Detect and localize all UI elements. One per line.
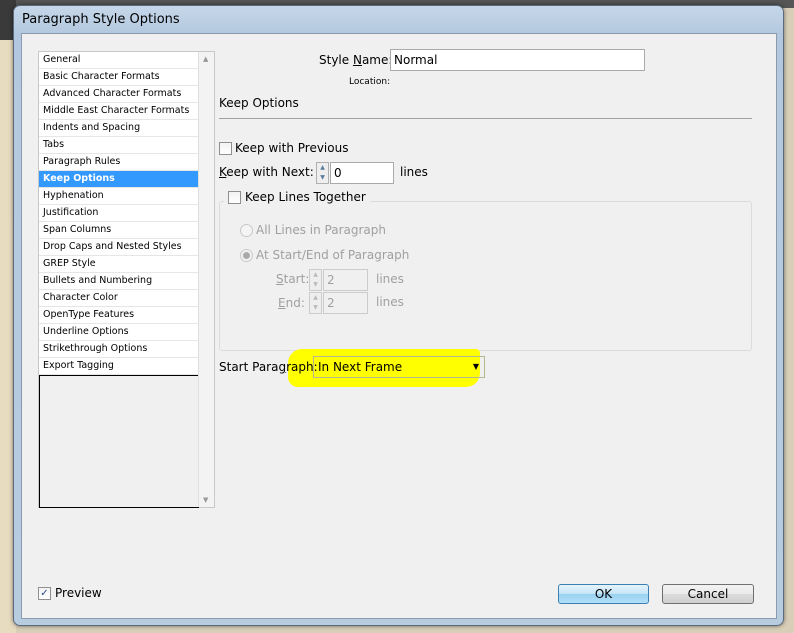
list-scrollbar[interactable]: ▲ ▼ (198, 52, 214, 507)
sidebar-item-bullets-and-numbering[interactable]: Bullets and Numbering (39, 273, 199, 290)
style-name-label: Style Name: (319, 53, 393, 67)
start-input[interactable]: 2 (323, 269, 368, 291)
sidebar-item-basic-character-formats[interactable]: Basic Character Formats (39, 69, 199, 86)
sidebar-item-drop-caps-and-nested-styles[interactable]: Drop Caps and Nested Styles (39, 239, 199, 256)
sidebar-item-indents-and-spacing[interactable]: Indents and Spacing (39, 120, 199, 137)
chevron-down-icon: ▼ (472, 362, 479, 371)
keep-lines-together-label: Keep Lines Together (245, 190, 366, 204)
list-empty-area (39, 375, 199, 508)
preview-label: Preview (55, 586, 102, 600)
sidebar-item-span-columns[interactable]: Span Columns (39, 222, 199, 239)
keep-with-previous-label: Keep with Previous (235, 141, 349, 155)
start-paragraph-label: Start Paragraph: (219, 360, 318, 374)
location-label: Location: (349, 77, 391, 87)
all-lines-label: All Lines in Paragraph (256, 223, 386, 237)
keep-with-next-input[interactable]: 0 (330, 162, 394, 184)
start-stepper[interactable]: ▲ ▼ (309, 269, 322, 291)
sidebar-item-general[interactable]: General (39, 52, 199, 69)
at-start-end-label: At Start/End of Paragraph (256, 248, 410, 262)
sidebar-item-middle-east-character-formats[interactable]: Middle East Character Formats (39, 103, 199, 120)
scroll-down-icon[interactable]: ▼ (203, 496, 208, 504)
start-paragraph-dropdown[interactable]: In Next Frame ▼ (313, 356, 485, 378)
section-title: Keep Options (219, 96, 299, 110)
sidebar-item-export-tagging[interactable]: Export Tagging (39, 358, 199, 375)
preview-checkbox[interactable]: ✓ (38, 587, 51, 600)
sidebar-item-strikethrough-options[interactable]: Strikethrough Options (39, 341, 199, 358)
keep-lines-together-checkbox[interactable] (228, 190, 241, 204)
keep-with-next-label: Keep with Next: (219, 165, 314, 179)
sidebar-item-advanced-character-formats[interactable]: Advanced Character Formats (39, 86, 199, 103)
end-unit: lines (376, 295, 404, 309)
sidebar-item-character-color[interactable]: Character Color (39, 290, 199, 307)
dialog-title: Paragraph Style Options (22, 12, 180, 27)
sidebar-item-tabs[interactable]: Tabs (39, 137, 199, 154)
keep-with-previous-checkbox[interactable] (219, 142, 232, 155)
all-lines-radio[interactable] (240, 224, 253, 237)
at-start-end-radio[interactable] (240, 249, 253, 262)
sidebar-item-keep-options[interactable]: Keep Options (39, 171, 199, 188)
end-input[interactable]: 2 (323, 292, 368, 314)
scroll-up-icon[interactable]: ▲ (203, 55, 208, 63)
start-label: Start: (276, 272, 310, 286)
keep-with-next-stepper[interactable]: ▲ ▼ (316, 162, 329, 184)
paragraph-style-options-dialog: Paragraph Style Options General Basic Cha… (13, 5, 784, 626)
divider (219, 118, 752, 119)
sidebar-item-grep-style[interactable]: GREP Style (39, 256, 199, 273)
sidebar-item-paragraph-rules[interactable]: Paragraph Rules (39, 154, 199, 171)
ok-button[interactable]: OK (558, 584, 649, 604)
category-list[interactable]: General Basic Character Formats Advanced C… (38, 51, 215, 508)
sidebar-item-hyphenation[interactable]: Hyphenation (39, 188, 199, 205)
sidebar-item-underline-options[interactable]: Underline Options (39, 324, 199, 341)
cancel-button[interactable]: Cancel (662, 584, 754, 604)
sidebar-item-opentype-features[interactable]: OpenType Features (39, 307, 199, 324)
start-paragraph-value: In Next Frame (318, 360, 403, 374)
sidebar-item-justification[interactable]: Justification (39, 205, 199, 222)
style-name-input[interactable]: Normal (390, 49, 645, 71)
keep-with-next-unit: lines (400, 165, 428, 179)
end-label: End: (278, 296, 305, 310)
end-stepper[interactable]: ▲ ▼ (309, 292, 322, 314)
dialog-body: General Basic Character Formats Advanced C… (21, 33, 777, 619)
start-unit: lines (376, 272, 404, 286)
